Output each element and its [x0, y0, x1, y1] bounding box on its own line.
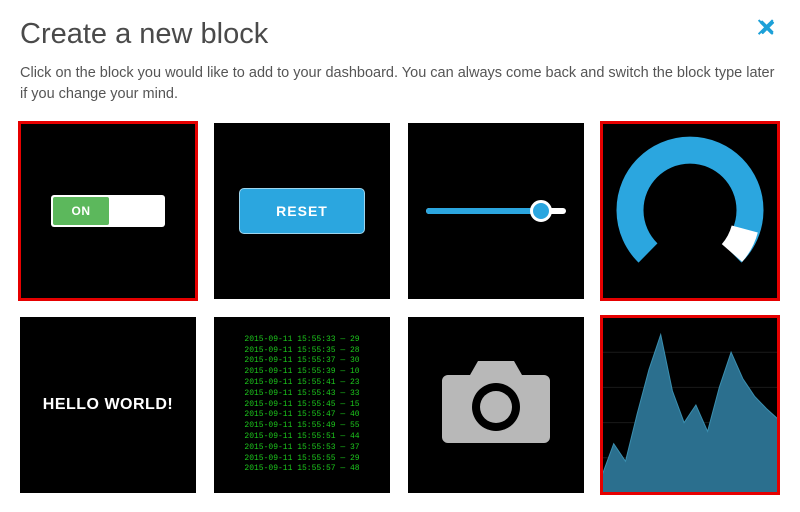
block-toggle[interactable]: ON: [20, 123, 196, 299]
text-block-content: HELLO WORLD!: [43, 396, 173, 414]
block-button[interactable]: RESET: [214, 123, 390, 299]
slider-control: [426, 206, 566, 216]
block-line-chart[interactable]: [602, 317, 778, 493]
block-image[interactable]: [408, 317, 584, 493]
block-slider[interactable]: [408, 123, 584, 299]
camera-icon: [436, 355, 556, 455]
block-grid: ON RESET HELLO WORLD! 2015-09-11 15:55:3…: [20, 123, 780, 493]
block-text[interactable]: HELLO WORLD!: [20, 317, 196, 493]
modal-title: Create a new block: [20, 18, 780, 51]
close-icon[interactable]: [756, 16, 778, 43]
block-stream[interactable]: 2015-09-11 15:55:33 — 29 2015-09-11 15:5…: [214, 317, 390, 493]
block-gauge[interactable]: [602, 123, 778, 299]
modal-subtitle: Click on the block you would like to add…: [20, 63, 780, 105]
line-chart-icon: [602, 317, 778, 493]
gauge-icon: [615, 136, 765, 286]
toggle-on-label: ON: [53, 197, 109, 225]
stream-log: 2015-09-11 15:55:33 — 29 2015-09-11 15:5…: [244, 335, 359, 475]
toggle-switch: ON: [51, 195, 165, 227]
reset-button: RESET: [239, 188, 365, 234]
